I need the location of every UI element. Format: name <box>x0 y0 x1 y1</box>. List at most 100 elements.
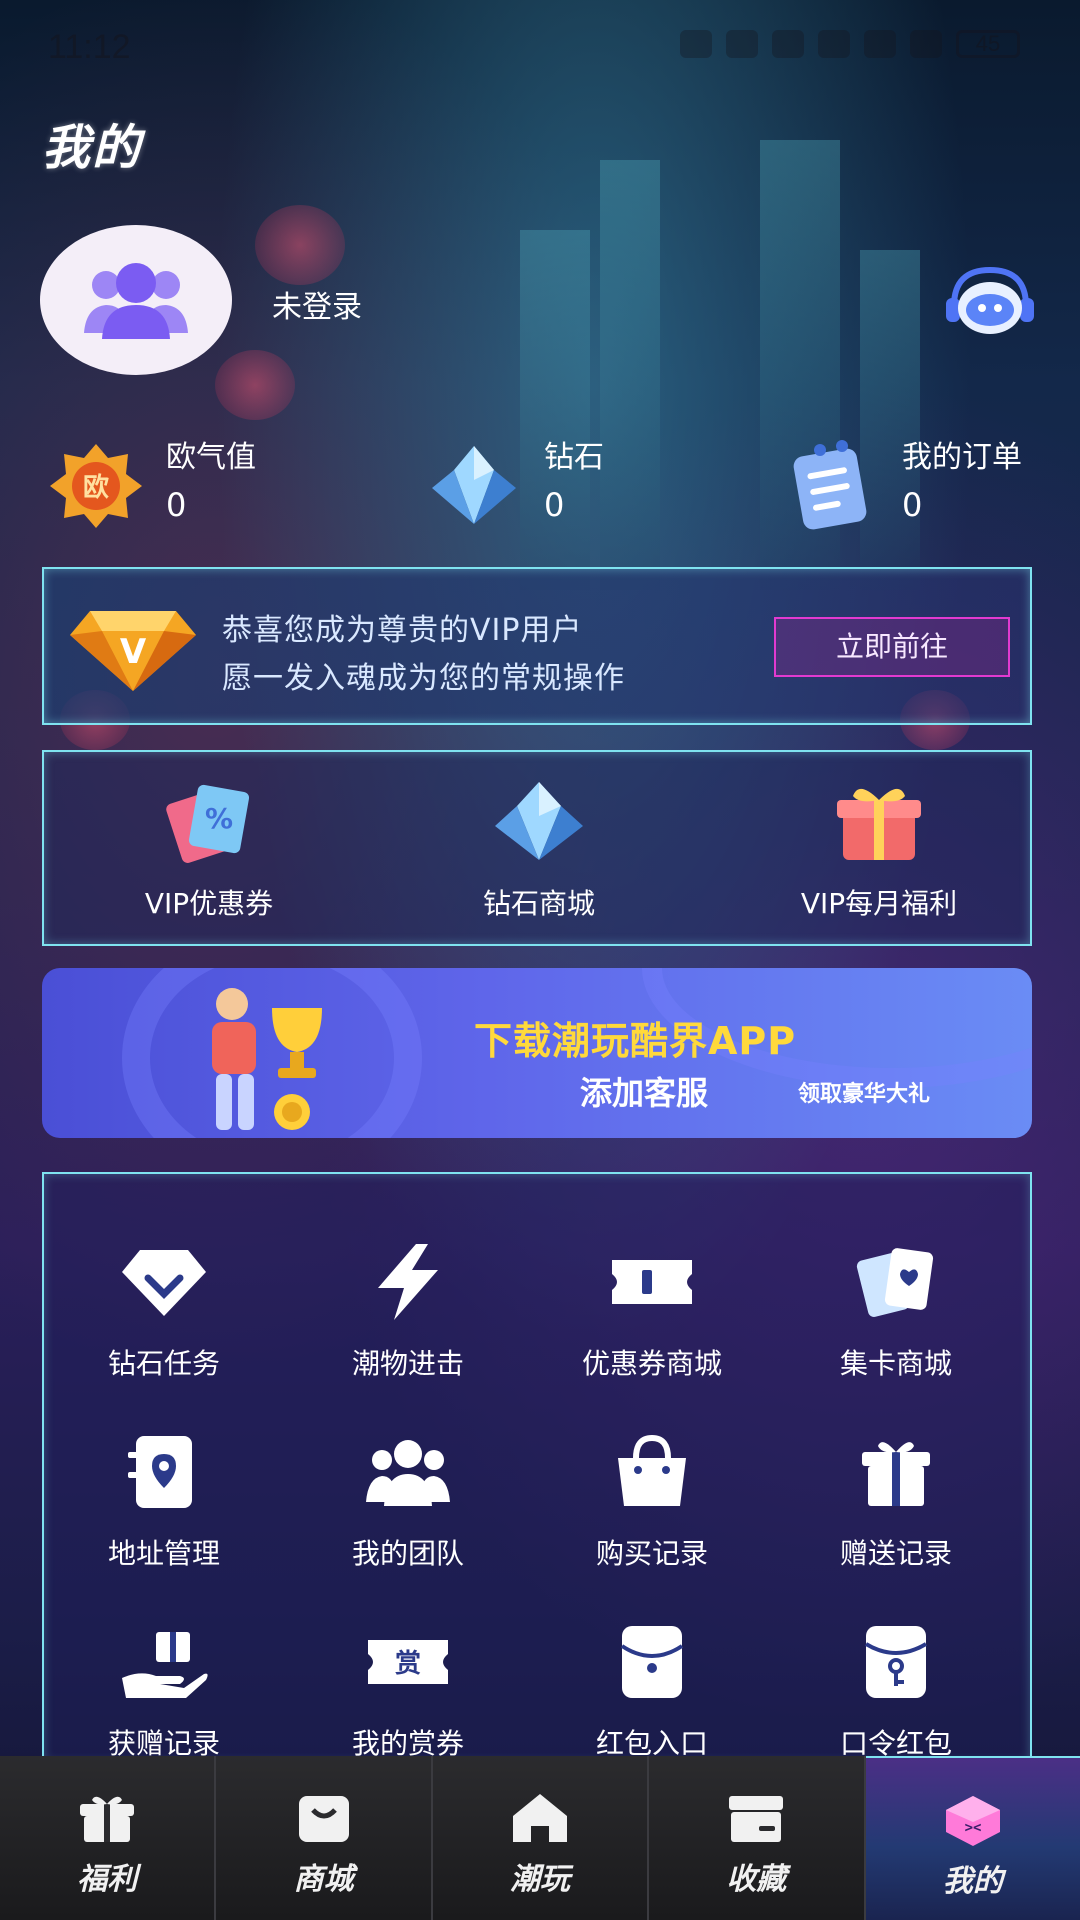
tab-collection[interactable]: 收藏 <box>649 1756 866 1920</box>
vip-gem-icon: V <box>70 611 196 691</box>
lightning-icon <box>378 1244 438 1320</box>
func-label: 集卡商城 <box>839 1347 952 1380</box>
stat-value: 0 <box>166 486 187 524</box>
svg-text:%: % <box>205 802 233 835</box>
customer-service-icon[interactable] <box>940 262 1040 342</box>
func-label: 地址管理 <box>107 1537 220 1570</box>
quick-item-diamond-store[interactable]: 钻石商城 <box>424 776 654 922</box>
reward-ticket-icon: 赏 <box>368 1640 448 1684</box>
tab-label: 我的 <box>942 1864 1003 1899</box>
wifi-icon <box>864 30 896 58</box>
func-label: 优惠券商城 <box>581 1347 722 1380</box>
address-icon <box>128 1436 192 1508</box>
stat-luck[interactable]: 欧 欧气值 0 <box>46 440 256 530</box>
shop-bag-icon <box>298 1796 349 1842</box>
func-reward-ticket[interactable]: 赏 我的赏券 <box>288 1622 528 1762</box>
stat-label: 我的订单 <box>902 440 1022 475</box>
func-diamond-task[interactable]: 钻石任务 <box>44 1242 284 1382</box>
receive-gift-icon <box>122 1632 208 1698</box>
func-receive-record[interactable]: 获赠记录 <box>44 1622 284 1762</box>
func-purchase-record[interactable]: 购买记录 <box>532 1432 772 1572</box>
page-title: 我的 <box>42 120 143 176</box>
vip-message-line1: 恭喜您成为尊贵的VIP用户 <box>222 613 583 648</box>
tab-mall[interactable]: 商城 <box>216 1756 433 1920</box>
coupon-icon: % <box>166 784 250 863</box>
tab-label: 福利 <box>77 1862 138 1897</box>
func-password-packet[interactable]: 口令红包 <box>776 1622 1016 1762</box>
battery-icon: 45 <box>956 30 1020 58</box>
password-packet-icon <box>864 1626 928 1698</box>
vibrate-icon <box>772 30 804 58</box>
func-coupon-store[interactable]: 优惠券商城 <box>532 1242 772 1382</box>
func-send-record[interactable]: 赠送记录 <box>776 1432 1016 1572</box>
gift-icon <box>80 1796 135 1842</box>
tab-trend[interactable]: 潮玩 <box>433 1756 650 1920</box>
func-label: 潮物进击 <box>351 1347 464 1380</box>
status-time: 11:12 <box>48 28 131 66</box>
func-address[interactable]: 地址管理 <box>44 1432 284 1572</box>
ticket-icon <box>612 1260 692 1304</box>
home-icon <box>513 1794 568 1842</box>
promo-subtitle: 添加客服 <box>580 1074 709 1112</box>
tab-label: 商城 <box>293 1862 354 1897</box>
red-packet-icon <box>620 1626 684 1698</box>
reward-ticket-char: 赏 <box>395 1649 421 1679</box>
func-label: 赠送记录 <box>839 1537 952 1570</box>
tab-label: 收藏 <box>726 1862 787 1897</box>
shopping-bag-icon <box>618 1434 686 1506</box>
vip-banner: V 恭喜您成为尊贵的VIP用户 愿一发入魂成为您的常规操作 立即前往 <box>42 567 1032 725</box>
stat-label: 钻石 <box>544 440 604 475</box>
user-group-icon <box>84 263 188 339</box>
promo-note: 领取豪华大礼 <box>798 1082 931 1107</box>
mute-icon <box>818 30 850 58</box>
stat-orders[interactable]: 我的订单 0 <box>782 440 1022 530</box>
team-icon <box>366 1440 450 1506</box>
quick-item-label: VIP优惠券 <box>144 887 274 920</box>
tab-welfare[interactable]: 福利 <box>0 1756 217 1920</box>
stat-value: 0 <box>902 486 923 524</box>
func-trend-attack[interactable]: 潮物进击 <box>288 1242 528 1382</box>
promo-title: 下载潮玩酷界APP <box>474 1019 797 1063</box>
diamond-task-icon <box>122 1250 206 1316</box>
box-icon <box>729 1796 784 1842</box>
vip-go-button[interactable]: 立即前往 <box>774 617 1010 677</box>
func-card-store[interactable]: 集卡商城 <box>776 1242 1016 1382</box>
status-icons: 45 <box>680 30 1020 58</box>
vip-message-line2: 愿一发入魂成为您的常规操作 <box>222 661 625 696</box>
promo-banner[interactable]: 下载潮玩酷界APP 添加客服 领取豪华大礼 <box>42 968 1032 1138</box>
signal-icon <box>910 30 942 58</box>
bottom-tab-bar: 福利 商城 潮玩 收藏 >< 我的 <box>0 1756 1080 1920</box>
function-grid: 钻石任务 潮物进击 优惠券商城 集卡商城 地址管理 我的团队 购买记录 赠送记录… <box>42 1172 1032 1762</box>
stat-label: 欧气值 <box>166 440 256 475</box>
avatar[interactable] <box>40 225 232 375</box>
gift-icon <box>862 1442 930 1506</box>
order-clipboard-icon <box>793 440 867 530</box>
stat-diamond[interactable]: 钻石 0 <box>424 440 604 530</box>
func-label: 购买记录 <box>595 1537 708 1570</box>
svg-text:><: >< <box>964 1820 981 1836</box>
func-label: 钻石任务 <box>107 1347 220 1380</box>
nfc-icon <box>726 30 758 58</box>
tab-mine[interactable]: >< 我的 <box>865 1756 1080 1920</box>
cards-icon <box>856 1248 934 1317</box>
svg-text:欧: 欧 <box>83 472 109 503</box>
diamond-icon <box>432 446 516 524</box>
diamond-store-icon <box>495 782 583 860</box>
eye-icon <box>680 30 712 58</box>
luck-badge-icon: 欧 <box>50 444 142 528</box>
func-red-packet[interactable]: 红包入口 <box>532 1622 772 1762</box>
tab-label: 潮玩 <box>510 1862 571 1897</box>
quick-item-label: VIP每月福利 <box>800 887 958 920</box>
vip-quick-entries: % VIP优惠券 钻石商城 VIP每月福利 <box>42 750 1032 946</box>
quick-item-label: 钻石商城 <box>482 887 595 920</box>
status-bar: 11:12 45 <box>0 0 1080 100</box>
login-status[interactable]: 未登录 <box>272 282 362 326</box>
func-my-team[interactable]: 我的团队 <box>288 1432 528 1572</box>
stat-value: 0 <box>544 486 565 524</box>
func-label: 我的团队 <box>351 1537 464 1570</box>
quick-item-vip-monthly[interactable]: VIP每月福利 <box>764 776 994 922</box>
vip-badge-letter: V <box>120 632 147 672</box>
trophy-figure-icon <box>212 988 322 1130</box>
gift-box-icon <box>837 788 921 860</box>
quick-item-vip-coupon[interactable]: % VIP优惠券 <box>94 776 324 922</box>
